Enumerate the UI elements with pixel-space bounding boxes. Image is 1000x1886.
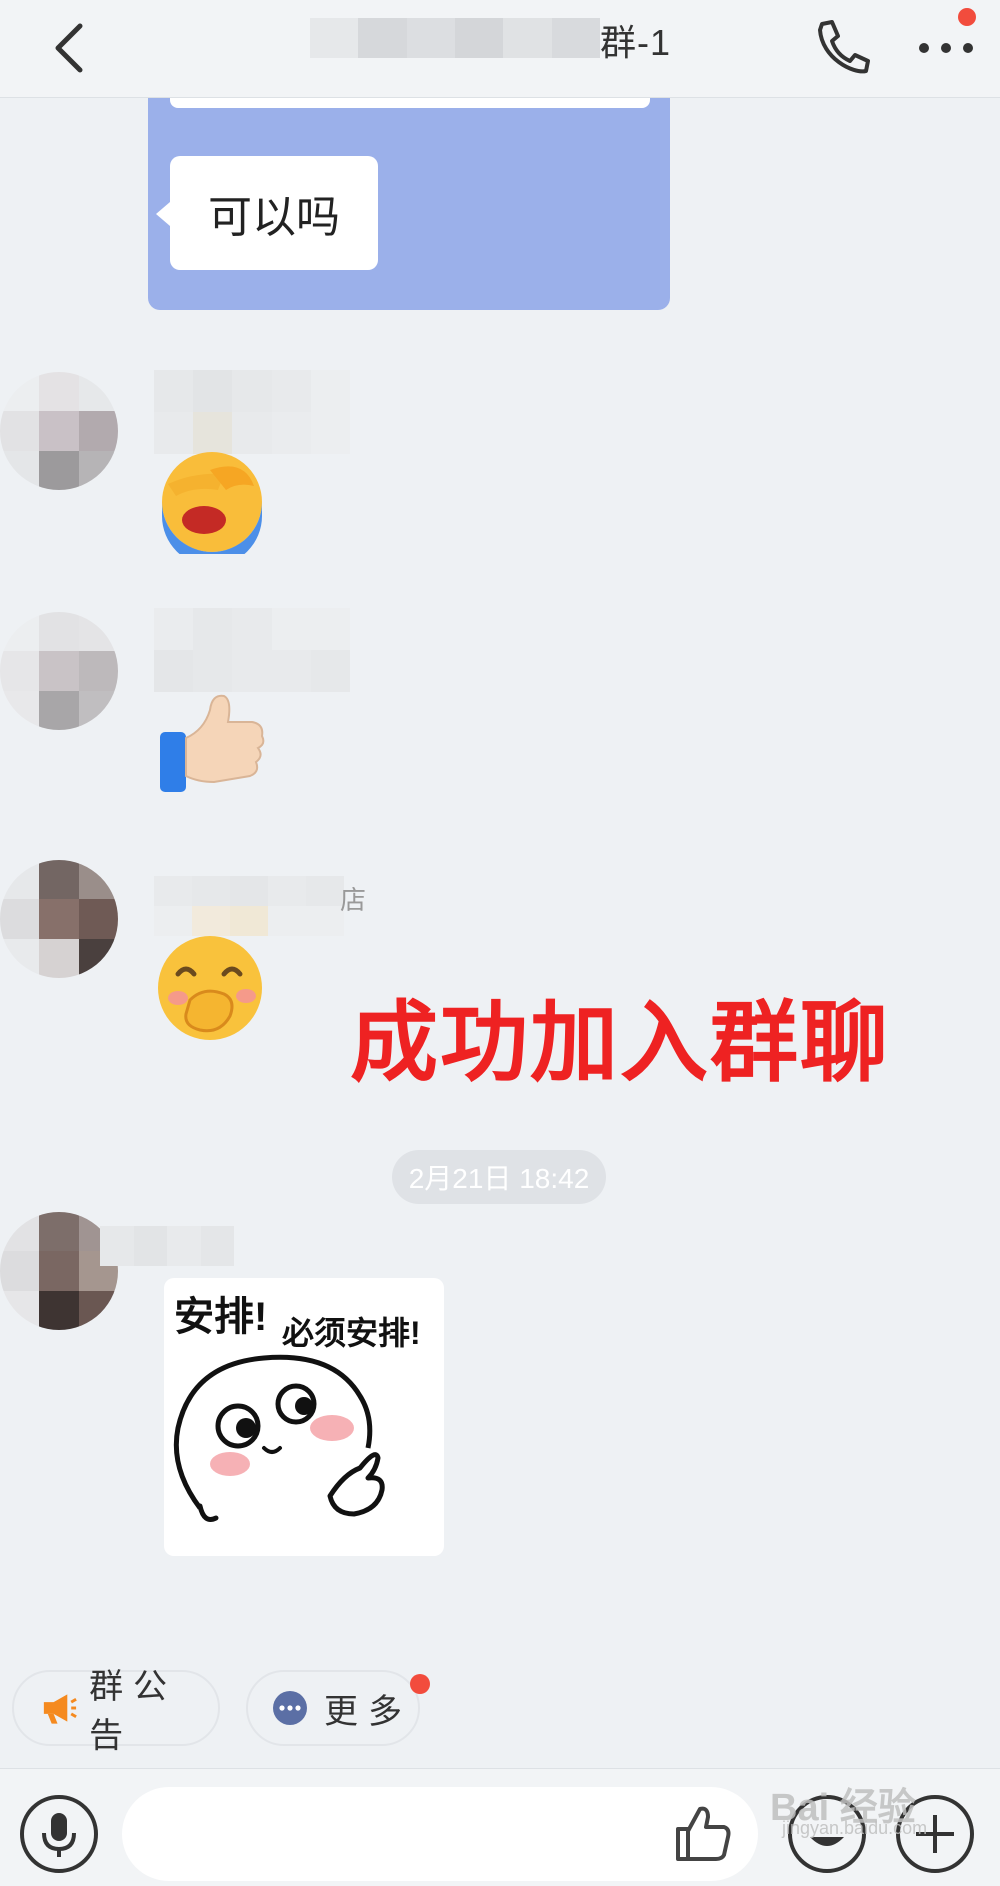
watermark-url: jingyan.baidu.com — [782, 1818, 928, 1838]
notification-dot — [958, 8, 976, 26]
megaphone-icon — [43, 1694, 77, 1724]
voice-call-button[interactable] — [808, 10, 872, 80]
avatar[interactable] — [0, 372, 118, 490]
sender-name-blurred — [100, 1226, 234, 1266]
chevron-left-icon — [55, 23, 83, 73]
microphone-icon — [42, 1813, 76, 1857]
notification-dot — [410, 1674, 430, 1694]
more-actions-button[interactable]: 更多 — [246, 1670, 420, 1746]
thumbs-up-icon[interactable] — [670, 1801, 734, 1865]
timestamp-pill: 2月21日 18:42 — [392, 1150, 606, 1204]
message-input[interactable] — [122, 1787, 758, 1881]
card-top-edge — [170, 98, 650, 108]
smiling-hand-over-mouth-emoji[interactable] — [154, 934, 268, 1049]
phone-icon — [818, 20, 870, 74]
more-actions-label: 更多 — [324, 1692, 412, 1731]
more-options-button[interactable] — [912, 8, 984, 80]
back-button[interactable] — [40, 10, 100, 80]
thumbs-up-emoji[interactable] — [154, 690, 270, 799]
chat-title: 群-1 — [600, 22, 672, 63]
sticker-image[interactable]: 安排! 必须安排! — [164, 1278, 444, 1556]
forwarded-message-bubble: 可以吗 — [156, 156, 378, 270]
chat-header: 群-1 — [0, 0, 1000, 98]
voice-input-button[interactable] — [20, 1795, 98, 1873]
avatar[interactable] — [0, 860, 118, 978]
annotation-label: 成功加入群聊 — [350, 993, 891, 1092]
sender-name-blurred — [154, 608, 350, 692]
group-name-blurred — [310, 18, 600, 58]
face-palm-crying-emoji[interactable] — [154, 450, 270, 566]
sender-name-blurred — [154, 876, 344, 936]
sender-name-blurred — [154, 370, 350, 454]
group-announcement-button[interactable]: 群公告 — [12, 1668, 220, 1755]
group-announcement-label: 群公告 — [89, 1668, 178, 1755]
forwarded-chat-card[interactable]: 可以吗 — [148, 98, 670, 310]
sender-name-suffix: 店 — [340, 885, 367, 915]
more-dots-icon — [273, 1691, 307, 1725]
cartoon-face-icon — [173, 1354, 385, 1522]
avatar[interactable] — [0, 612, 118, 730]
